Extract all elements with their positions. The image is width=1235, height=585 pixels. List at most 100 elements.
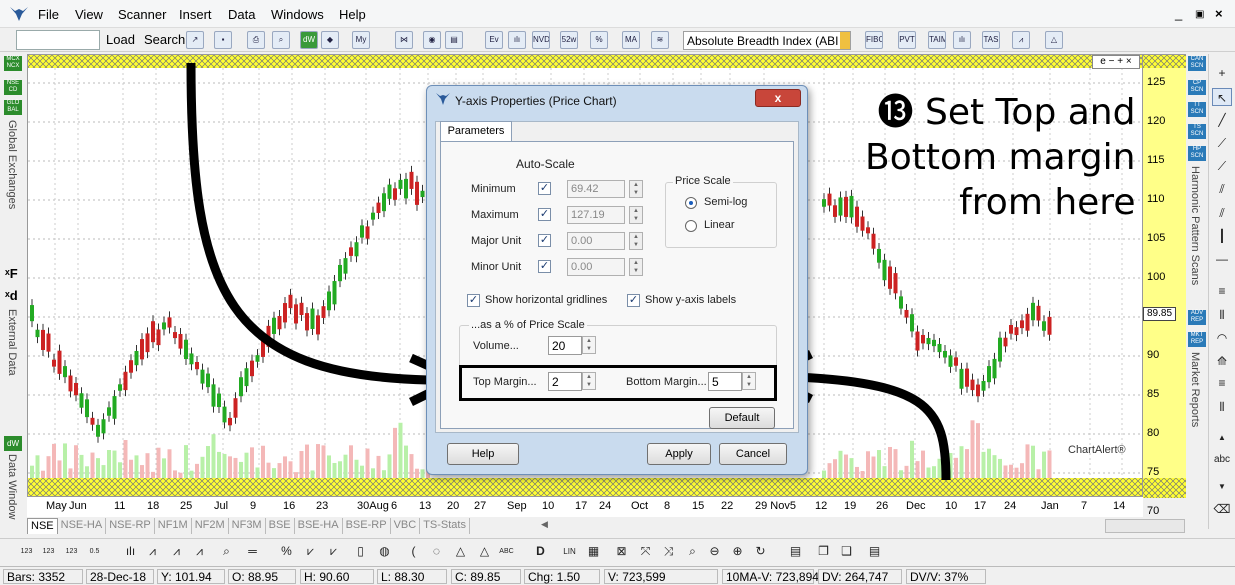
crosshair-icon[interactable]: +	[1212, 64, 1232, 82]
data-window-badge[interactable]: dW	[4, 436, 22, 451]
menu-help[interactable]: Help	[339, 7, 366, 22]
indicator-icon[interactable]: Ev	[485, 31, 503, 49]
fib-icon[interactable]: ≡	[1212, 282, 1232, 300]
pattern-icon[interactable]: ⋈	[395, 31, 413, 49]
exchange-tab[interactable]: NF3M	[229, 518, 266, 534]
dialog-close-button[interactable]: x	[755, 89, 801, 107]
pct-tool-2-icon[interactable]: ⩗	[302, 543, 319, 560]
fit-icon[interactable]: ⊠	[613, 543, 630, 560]
exchange-tab[interactable]: VBC	[391, 518, 421, 534]
shape-icon[interactable]: ◌	[428, 543, 445, 560]
exchange-tab[interactable]: BSE-RP	[343, 518, 391, 534]
top-margin-field[interactable]: 2	[548, 372, 582, 391]
volume-field[interactable]: 20	[548, 336, 582, 355]
can-scn-badge[interactable]: CAN SCN	[1188, 56, 1206, 71]
maximum-field[interactable]: 127.19	[567, 206, 625, 224]
semilog-radio[interactable]	[685, 197, 697, 209]
default-button[interactable]: Default	[709, 407, 775, 429]
b123-alt-icon[interactable]: 123	[40, 543, 57, 560]
chart-type-icon[interactable]: ↗	[186, 31, 204, 49]
column-icon[interactable]: ▯	[352, 543, 369, 560]
adv-rep-badge[interactable]: ADV REP	[1188, 310, 1206, 325]
fib-ext-icon[interactable]: ≡	[1212, 374, 1232, 392]
search-button[interactable]: Search	[144, 32, 185, 47]
eraser-icon[interactable]: ⌫	[1212, 500, 1232, 518]
arc-icon[interactable]: (	[405, 543, 422, 560]
percent-icon[interactable]: %	[590, 31, 608, 49]
auto-fibo-icon[interactable]: FIBO	[865, 31, 883, 49]
exchange-tab[interactable]: NSE-RP	[106, 518, 155, 534]
external-data-tab[interactable]: External Data	[6, 309, 18, 376]
menu-scanner[interactable]: Scanner	[118, 7, 166, 22]
om-icon[interactable]: ◍	[376, 543, 393, 560]
minimize-icon[interactable]: _	[1175, 6, 1182, 21]
y-axis[interactable]: 125120115110105100959085807570	[1143, 54, 1186, 517]
52w-icon[interactable]: 52w	[560, 31, 578, 49]
pointer-icon[interactable]: ↖	[1212, 88, 1232, 106]
help-button[interactable]: Help	[447, 443, 519, 465]
tab-parameters[interactable]: Parameters	[440, 121, 512, 141]
scroll-down-icon[interactable]: ▼	[1212, 478, 1232, 496]
restore-icon[interactable]: ▣	[1195, 9, 1204, 20]
hline-icon[interactable]: —	[1212, 250, 1232, 268]
d-icon[interactable]: D	[532, 543, 549, 560]
function-d-icon[interactable]: ˣd	[5, 288, 18, 303]
show-gridlines-checkbox[interactable]: ✓	[467, 294, 480, 307]
bars-icon[interactable]: ılı	[508, 31, 526, 49]
exchange-tab[interactable]: NSE-HA	[58, 518, 107, 534]
ohlc-icon[interactable]: ◆	[321, 31, 339, 49]
vline-icon[interactable]: ┃	[1212, 227, 1232, 245]
exchange-tab[interactable]: TS-Stats	[420, 518, 470, 534]
chart-window-controls[interactable]: e − + ×	[1092, 55, 1140, 69]
menu-file[interactable]: File	[38, 7, 59, 22]
taim-icon[interactable]: TAIM	[928, 31, 946, 49]
global-exchanges-tab[interactable]: Global Exchanges	[6, 120, 18, 209]
global-badge[interactable]: GLO BAL	[4, 100, 22, 115]
exchange-tab[interactable]: NSE	[27, 518, 58, 534]
tas-icon[interactable]: TAS	[982, 31, 1000, 49]
expand-icon[interactable]: ⤧	[637, 543, 654, 560]
ts-scn-badge[interactable]: TS SCN	[1188, 124, 1206, 139]
menu-windows[interactable]: Windows	[271, 7, 324, 22]
linear-radio[interactable]	[685, 220, 697, 232]
maximum-spinner[interactable]: ▲ ▼	[629, 206, 643, 224]
hline-bottom-icon[interactable]: ═	[244, 543, 261, 560]
layout-icon[interactable]: ▤	[445, 31, 463, 49]
fib-time-icon[interactable]: ⦀	[1212, 306, 1232, 324]
nvd-icon[interactable]: NVD	[532, 31, 550, 49]
b123-icon[interactable]: 123	[18, 543, 35, 560]
parallel-icon[interactable]: ⫽	[1212, 204, 1232, 222]
channel-icon[interactable]: ⫽	[1212, 180, 1232, 198]
triangle-tool-2-icon[interactable]: △	[476, 543, 493, 560]
copy-icon[interactable]: ❐	[815, 543, 832, 560]
minimum-spinner[interactable]: ▲ ▼	[629, 180, 643, 198]
pct-tool-3-icon[interactable]: ⩗	[325, 543, 342, 560]
report-icon[interactable]: ▤	[866, 543, 883, 560]
maximum-autoscale-checkbox[interactable]: ✓	[538, 208, 551, 221]
minimum-autoscale-checkbox[interactable]: ✓	[538, 182, 551, 195]
major-unit-spinner[interactable]: ▲ ▼	[629, 232, 643, 250]
tabs-scroll-icon[interactable]: ◀	[541, 519, 548, 530]
print-icon[interactable]: ⎙	[247, 31, 265, 49]
harmonic-pattern-scans-tab[interactable]: Harmonic Pattern Scans	[1189, 166, 1201, 285]
exchange-tab[interactable]: BSE	[266, 518, 295, 534]
close-window-icon[interactable]: ×	[1215, 6, 1223, 21]
print-preview-icon[interactable]: ⌕	[272, 31, 290, 49]
bottom-margin-spinner[interactable]: ▲ ▼	[742, 372, 756, 390]
minimum-field[interactable]: 69.42	[567, 180, 625, 198]
notes-icon[interactable]: ▤	[787, 543, 804, 560]
trend-3-icon[interactable]: ⩘	[191, 543, 208, 560]
ma-icon[interactable]: MA	[622, 31, 640, 49]
cp-scn-badge[interactable]: CP SCN	[1188, 80, 1206, 95]
menu-data[interactable]: Data	[228, 7, 255, 22]
tt-scn-badge[interactable]: TT SCN	[1188, 102, 1206, 117]
exchange-tab[interactable]: BSE-HA	[295, 518, 343, 534]
zoom-bar-icon[interactable]: ⌕	[218, 543, 235, 560]
mkt-rep-badge[interactable]: MKT REP	[1188, 332, 1206, 347]
grid-icon[interactable]: ▦	[585, 543, 602, 560]
pivot-icon[interactable]: PVT	[898, 31, 916, 49]
sl-line-icon[interactable]: ⟋	[1212, 134, 1232, 152]
load-button[interactable]: Load	[106, 32, 135, 47]
function-x-icon[interactable]: ˣF	[5, 266, 18, 281]
bars-chart-icon[interactable]: ılı	[122, 543, 139, 560]
